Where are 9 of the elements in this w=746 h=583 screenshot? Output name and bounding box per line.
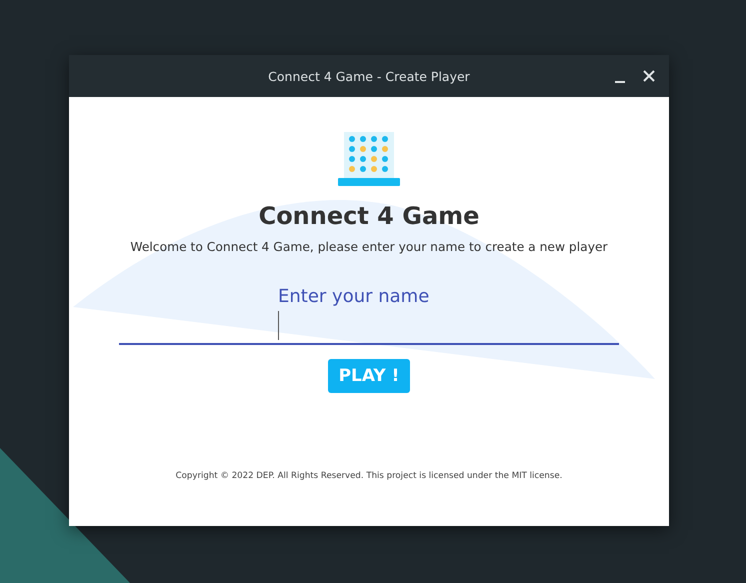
minimize-icon <box>615 81 625 83</box>
board-game-icon <box>338 132 400 188</box>
copyright-text: Copyright © 2022 DEP. All Rights Reserved. This project is licensed under the MIT license. <box>176 471 562 481</box>
close-icon <box>643 70 655 82</box>
name-field[interactable]: Enter your name <box>119 286 619 345</box>
window-title: Connect 4 Game - Create Player <box>268 68 470 84</box>
text-cursor <box>278 310 279 340</box>
welcome-text: Welcome to Connect 4 Game, please enter your name to create a new player <box>130 240 608 254</box>
app-heading: Connect 4 Game <box>258 202 480 230</box>
